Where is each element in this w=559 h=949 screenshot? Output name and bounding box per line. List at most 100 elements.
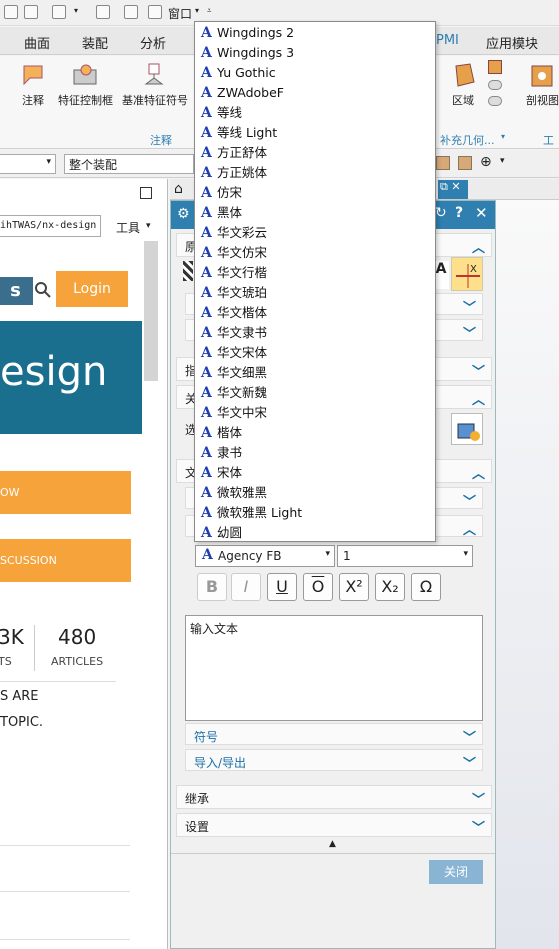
datum-feature-symbol-button[interactable]: 基准特征符号	[122, 92, 188, 108]
symbol-section[interactable]: 符号 ﹀	[185, 723, 483, 746]
close-button[interactable]: 关闭	[429, 860, 483, 884]
tab-analysis[interactable]: 分析	[140, 33, 166, 52]
font-option[interactable]: A 方正姚体	[195, 163, 419, 183]
reset-icon[interactable]: ↻	[435, 205, 447, 221]
help-icon[interactable]: ?	[455, 205, 463, 221]
divider	[171, 853, 495, 854]
font-option[interactable]: A Wingdings 2	[195, 23, 419, 43]
collapse-icon[interactable]: ▲	[329, 839, 336, 849]
font-option[interactable]: A 华文彩云	[195, 223, 419, 243]
gear-icon[interactable]: ⚙	[177, 206, 190, 222]
font-option[interactable]: A Yu Gothic	[195, 63, 419, 83]
assembly-select[interactable]: 整个装配	[64, 154, 194, 174]
cylinder-icon[interactable]	[488, 96, 502, 106]
font-option[interactable]: A 隶书	[195, 443, 419, 463]
tab-pmi[interactable]: PMI	[436, 33, 459, 48]
underline-button[interactable]: U	[267, 573, 297, 601]
chevron-down-icon[interactable]: ▾	[146, 221, 151, 231]
chevron-down-icon[interactable]: ▾	[195, 6, 199, 15]
chevron-down-icon[interactable]: ▾	[500, 156, 505, 166]
annotation-button[interactable]: 注释	[22, 92, 44, 108]
font-option[interactable]: A Wingdings 3	[195, 43, 419, 63]
font-option[interactable]: A 华文楷体	[195, 303, 419, 323]
window-icon[interactable]	[124, 5, 138, 19]
annotation-icon[interactable]	[20, 62, 48, 88]
tab-assembly[interactable]: 装配	[82, 33, 108, 52]
bold-button[interactable]: B	[197, 573, 227, 601]
follow-button[interactable]: OW	[0, 471, 131, 514]
settings-section[interactable]: 设置 ﹀	[176, 813, 492, 837]
font-option[interactable]: A ZWAdobeF	[195, 83, 419, 103]
region-icon[interactable]	[450, 62, 478, 88]
scrollbar[interactable]	[144, 241, 158, 381]
more-icon[interactable]: ⩡	[207, 6, 212, 16]
copy-icon[interactable]	[24, 5, 38, 19]
font-option[interactable]: A 等线	[195, 103, 419, 123]
paint-icon[interactable]	[52, 5, 66, 19]
close-icon[interactable]: ✕	[475, 204, 488, 222]
layer-icon[interactable]	[4, 5, 18, 19]
font-option[interactable]: A 华文琥珀	[195, 283, 419, 303]
window-frame-icon[interactable]	[148, 5, 162, 19]
font-option[interactable]: A 华文宋体	[195, 343, 419, 363]
font-option[interactable]: A 方正舒体	[195, 143, 419, 163]
home-icon[interactable]: ⌂	[174, 181, 183, 197]
symbol-insert-button[interactable]: Ω	[411, 573, 441, 601]
anchor-icon[interactable]: X	[451, 257, 483, 291]
cube-icon[interactable]	[458, 156, 472, 170]
font-option[interactable]: A 华文隶书	[195, 323, 419, 343]
superscript-button[interactable]: X²	[339, 573, 369, 601]
font-option[interactable]: A 宋体	[195, 463, 419, 483]
crosshair-icon[interactable]: ⊕	[480, 154, 492, 170]
cylinder-icon[interactable]	[488, 80, 502, 90]
select-object-icon[interactable]	[451, 413, 483, 445]
discussion-button[interactable]: SCUSSION	[0, 539, 131, 582]
snap-icon[interactable]	[436, 156, 450, 170]
font-option[interactable]: A 华文仿宋	[195, 243, 419, 263]
font-icon: A	[201, 45, 212, 61]
font-option[interactable]: A 等线 Light	[195, 123, 419, 143]
datum-feature-symbol-icon[interactable]	[140, 62, 168, 88]
font-option[interactable]: A 幼圆	[195, 523, 419, 541]
region-button[interactable]: 区域	[452, 92, 474, 108]
italic-button[interactable]: I	[231, 573, 261, 601]
font-option[interactable]: A 华文行楷	[195, 263, 419, 283]
import-export-section[interactable]: 导入/导出 ﹀	[185, 749, 483, 772]
size-select[interactable]: 1 ▾	[337, 545, 473, 567]
inherit-section[interactable]: 继承 ﹀	[176, 785, 492, 809]
overline-button[interactable]: O	[303, 573, 333, 601]
tool-icon[interactable]	[96, 5, 110, 19]
shape-icon[interactable]	[488, 60, 502, 74]
url-field[interactable]: ihTWAS/nx-design	[0, 215, 101, 237]
maximize-icon[interactable]	[140, 187, 152, 199]
font-dropdown-list[interactable]: ⌄ AWingdings 2AWingdings 3AYu GothicAZWA…	[194, 21, 436, 542]
site-logo[interactable]: s	[0, 277, 33, 305]
font-option[interactable]: A 华文细黑	[195, 363, 419, 383]
font-option[interactable]: A 华文中宋	[195, 403, 419, 423]
font-option[interactable]: A 楷体	[195, 423, 419, 443]
font-select[interactable]: A Agency FB ▾	[195, 545, 335, 567]
filter-select[interactable]: ▾	[0, 154, 56, 174]
chevron-down-icon[interactable]: ▾	[74, 6, 78, 15]
login-button[interactable]: Login	[56, 271, 128, 307]
text-input-area[interactable]: 输入文本	[185, 615, 483, 721]
feature-control-frame-button[interactable]: 特征控制框	[58, 92, 113, 108]
feature-control-frame-icon[interactable]	[72, 62, 100, 88]
font-option[interactable]: A 微软雅黑	[195, 483, 419, 503]
font-option[interactable]: A 华文新魏	[195, 383, 419, 403]
tab-app-modules[interactable]: 应用模块	[486, 33, 538, 52]
section-view-icon[interactable]	[528, 62, 556, 88]
font-option[interactable]: A 仿宋	[195, 183, 419, 203]
font-option[interactable]: A 微软雅黑 Light	[195, 503, 419, 523]
search-icon[interactable]	[34, 281, 52, 303]
origin-tool-icon[interactable]	[183, 261, 193, 281]
section-view-button[interactable]: 剖视图	[526, 92, 559, 108]
font-icon: A	[201, 105, 212, 121]
chevron-down-icon[interactable]: ▾	[501, 132, 505, 141]
tab-part[interactable]: ⧉ ✕	[438, 180, 468, 199]
tools-menu[interactable]: 工具	[116, 219, 140, 236]
window-menu[interactable]: 窗口	[168, 5, 192, 22]
subscript-button[interactable]: X₂	[375, 573, 405, 601]
tab-surface[interactable]: 曲面	[24, 33, 50, 52]
font-option[interactable]: A 黑体	[195, 203, 419, 223]
